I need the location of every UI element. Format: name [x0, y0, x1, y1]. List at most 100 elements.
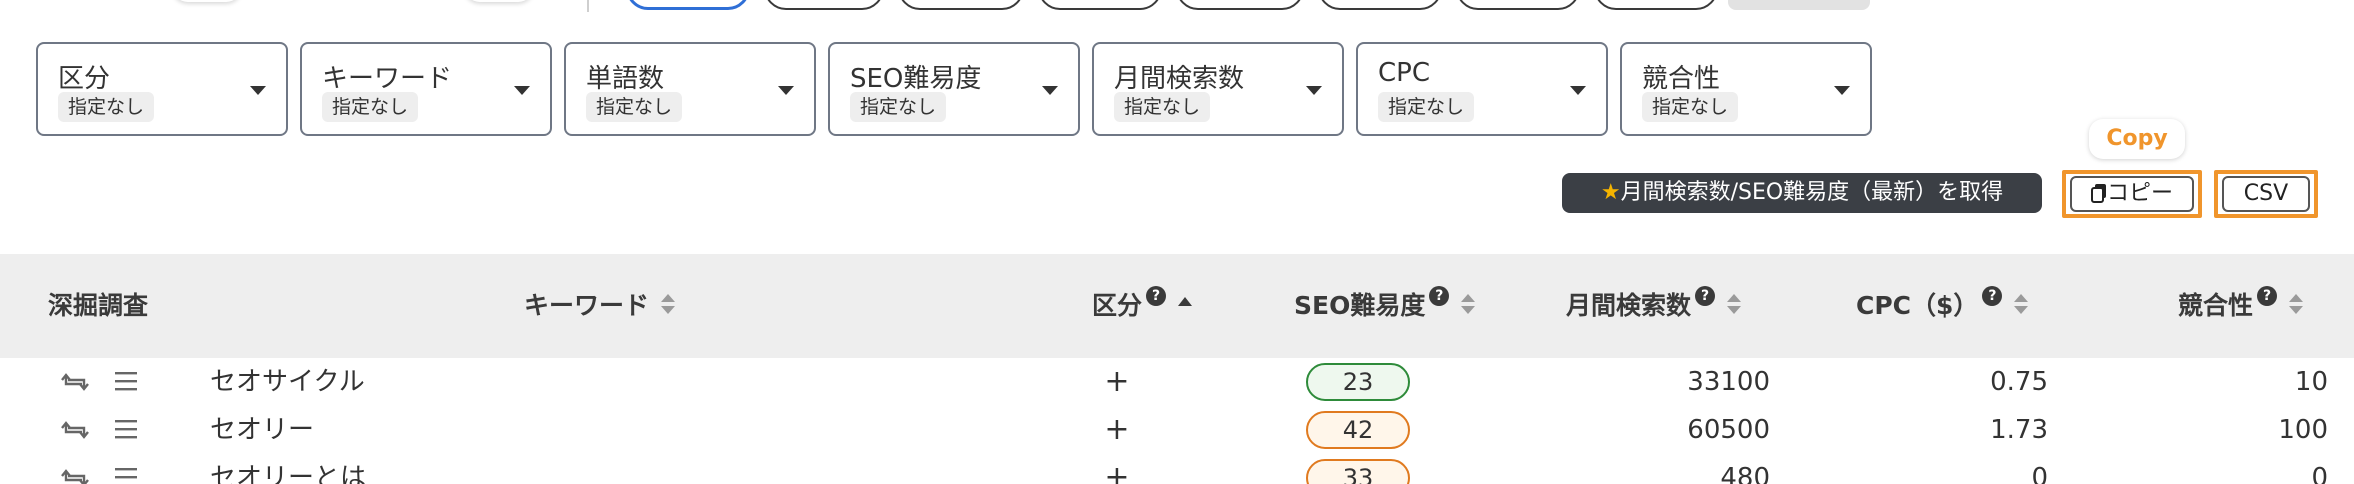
col-keyword-label: キーワード — [524, 291, 650, 320]
help-icon[interactable]: ? — [2257, 286, 2278, 306]
table-header: 深掘調査 キーワード 区分? SEO難易度? 月間検索数? CPC（$）? 競合… — [0, 254, 2354, 358]
sort-icon[interactable] — [1461, 294, 1476, 316]
caret-down-icon — [1042, 86, 1058, 95]
repeat-icon[interactable] — [60, 466, 90, 484]
caret-down-icon — [250, 86, 266, 95]
seo-badge: 23 — [1306, 363, 1410, 401]
filter-word-count[interactable]: 単語数 指定なし — [564, 42, 816, 136]
filter-value: 指定なし — [58, 92, 155, 122]
filter-value: 指定なし — [586, 92, 683, 122]
col-dig: 深掘調査 — [48, 254, 148, 358]
keyword-cell: セオサイクル — [210, 367, 365, 397]
keyword-cell: セオリーとは — [210, 463, 367, 484]
caret-down-icon — [1834, 86, 1850, 95]
competition-cell: 10 — [2294, 367, 2328, 397]
seo-badge: 42 — [1306, 411, 1410, 449]
repeat-icon[interactable] — [60, 370, 90, 394]
competition-cell: 100 — [2278, 415, 2328, 445]
filter-label: 競合性 — [1642, 64, 1721, 94]
list-icon[interactable] — [114, 418, 138, 440]
fetch-latest-button[interactable]: ★月間検索数/SEO難易度（最新）を取得 — [1562, 173, 2042, 213]
filter-competition[interactable]: 競合性 指定なし — [1620, 42, 1872, 136]
col-seo[interactable]: SEO難易度? — [1294, 254, 1476, 358]
list-icon[interactable] — [114, 370, 138, 392]
volume-cell: 480 — [1720, 463, 1770, 484]
seo-badge: 33 — [1306, 459, 1410, 484]
cpc-cell: 0.75 — [1990, 367, 2048, 397]
copy-tooltip: Copy — [2089, 119, 2185, 159]
copy-button[interactable]: コピー — [2070, 176, 2194, 212]
filter-value: 指定なし — [1378, 92, 1475, 122]
top-tab[interactable] — [764, 0, 884, 10]
filter-value: 指定なし — [850, 92, 947, 122]
category-cell[interactable]: + — [1104, 358, 1130, 406]
col-competition[interactable]: 競合性? — [2178, 254, 2304, 358]
sort-icon[interactable] — [2014, 294, 2029, 316]
col-category[interactable]: 区分? — [1092, 254, 1193, 358]
cpc-cell: 0 — [2031, 463, 2048, 484]
filter-value: 指定なし — [1642, 92, 1739, 122]
caret-down-icon — [1306, 86, 1322, 95]
col-keyword[interactable]: キーワード — [524, 254, 676, 358]
top-tab-active[interactable] — [626, 0, 750, 10]
filter-label: 区分 — [58, 64, 111, 94]
help-icon[interactable]: ? — [1146, 286, 1167, 306]
fetch-latest-label: 月間検索数/SEO難易度（最新）を取得 — [1620, 180, 2004, 205]
top-control-left[interactable] — [172, 0, 242, 2]
help-icon[interactable]: ? — [1695, 286, 1716, 306]
col-competition-label: 競合性 — [2178, 291, 2254, 320]
star-icon: ★ — [1600, 180, 1621, 205]
top-tab[interactable] — [1318, 0, 1442, 10]
csv-label: CSV — [2243, 181, 2289, 206]
category-cell[interactable]: + — [1104, 406, 1130, 454]
sort-icon[interactable] — [1727, 294, 1742, 316]
top-control-right[interactable] — [464, 0, 534, 2]
filter-label: 月間検索数 — [1114, 64, 1245, 94]
top-tab[interactable] — [1456, 0, 1580, 10]
top-tab[interactable] — [1594, 0, 1718, 10]
volume-cell: 60500 — [1687, 415, 1770, 445]
filter-label: キーワード — [322, 64, 453, 94]
help-icon[interactable]: ? — [1429, 286, 1450, 306]
sort-icon[interactable] — [661, 294, 676, 316]
sort-ascending-icon[interactable] — [1178, 296, 1193, 306]
col-volume[interactable]: 月間検索数? — [1566, 254, 1742, 358]
caret-down-icon — [1570, 86, 1586, 95]
category-cell[interactable]: + — [1104, 454, 1130, 484]
top-tab[interactable] — [898, 0, 1024, 10]
caret-down-icon — [514, 86, 530, 95]
copy-label: コピー — [2106, 181, 2173, 206]
filter-keyword[interactable]: キーワード 指定なし — [300, 42, 552, 136]
keyword-cell: セオリー — [210, 415, 315, 445]
csv-button[interactable]: CSV — [2222, 176, 2310, 212]
top-divider — [587, 0, 589, 12]
filter-monthly-volume[interactable]: 月間検索数 指定なし — [1092, 42, 1344, 136]
table-row: セオリーとは + 33 480 0 0 — [0, 454, 2354, 484]
table-row: セオリー + 42 60500 1.73 100 — [0, 406, 2354, 454]
col-seo-label: SEO難易度 — [1294, 291, 1426, 320]
keyword-research-page: 区分 指定なし キーワード 指定なし 単語数 指定なし SEO難易度 指定なし … — [0, 0, 2354, 484]
help-icon[interactable]: ? — [1982, 286, 2003, 306]
top-tab-disabled[interactable] — [1728, 0, 1870, 10]
filter-value: 指定なし — [1114, 92, 1211, 122]
col-category-label: 区分 — [1092, 291, 1143, 320]
col-cpc-label: CPC（$） — [1856, 291, 1979, 320]
sort-icon[interactable] — [2289, 294, 2304, 316]
filter-label: CPC — [1378, 58, 1430, 88]
table-row: セオサイクル + 23 33100 0.75 10 — [0, 358, 2354, 406]
filter-category[interactable]: 区分 指定なし — [36, 42, 288, 136]
competition-cell: 0 — [2311, 463, 2328, 484]
col-cpc[interactable]: CPC（$）? — [1856, 254, 2029, 358]
top-tab[interactable] — [1176, 0, 1304, 10]
filter-cpc[interactable]: CPC 指定なし — [1356, 42, 1608, 136]
col-volume-label: 月間検索数 — [1566, 291, 1692, 320]
filter-seo-difficulty[interactable]: SEO難易度 指定なし — [828, 42, 1080, 136]
filter-label: SEO難易度 — [850, 64, 982, 94]
cpc-cell: 1.73 — [1990, 415, 2048, 445]
top-tab[interactable] — [1038, 0, 1162, 10]
col-dig-label: 深掘調査 — [48, 291, 149, 320]
repeat-icon[interactable] — [60, 418, 90, 442]
list-icon[interactable] — [114, 466, 138, 484]
clipboard-icon — [2090, 184, 2106, 203]
filter-label: 単語数 — [586, 64, 665, 94]
